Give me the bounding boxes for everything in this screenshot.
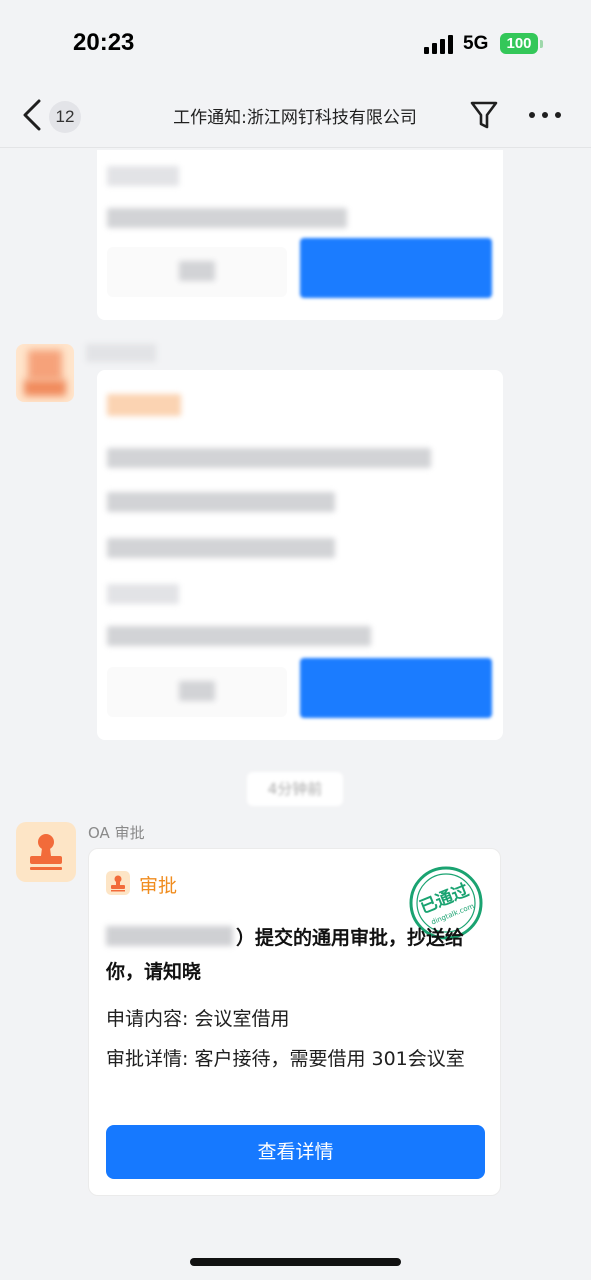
blurred-text <box>107 626 371 646</box>
sender-name: OA 审批 <box>88 824 145 842</box>
message-card-blurred-2 <box>97 370 503 740</box>
unread-badge[interactable]: 12 <box>49 101 81 133</box>
avatar[interactable] <box>16 344 74 402</box>
blurred-text <box>107 538 335 558</box>
oa-approval-avatar[interactable] <box>16 822 76 882</box>
approval-app-label: 审批 <box>139 875 178 897</box>
status-bar: 20:23 5G 100 <box>0 0 591 88</box>
view-details-button[interactable]: 查看详情 <box>106 1125 485 1179</box>
approval-content: 申请内容: 会议室借用 <box>106 1008 290 1030</box>
approval-card[interactable]: 审批 已通过 dingtalk.com ）提交的通用审批，抄送给你，请知晓 申请… <box>88 848 501 1196</box>
blurred-button-primary[interactable] <box>300 238 492 298</box>
time-divider: 4分钟前 <box>247 772 343 806</box>
blurred-applicant-name <box>106 926 233 946</box>
approval-title: ）提交的通用审批，抄送给你，请知晓 <box>106 926 465 983</box>
page-title: 工作通知:浙江网钉科技有限公司 <box>173 108 417 128</box>
blurred-text <box>107 584 179 604</box>
filter-icon[interactable] <box>468 98 500 132</box>
blurred-button-secondary[interactable] <box>107 247 287 297</box>
blurred-sender-name <box>86 344 156 362</box>
message-card-blurred-1 <box>97 150 503 320</box>
blurred-button-secondary[interactable] <box>107 667 287 717</box>
navigation-bar: 12 工作通知:浙江网钉科技有限公司 <box>0 88 591 148</box>
blurred-app-label <box>107 394 181 416</box>
home-indicator[interactable] <box>190 1258 401 1266</box>
battery-tip <box>540 40 543 48</box>
clock: 20:23 <box>73 29 135 56</box>
blurred-text <box>107 166 179 186</box>
approval-detail: 审批详情: 客户接待，需要借用 301会议室 <box>106 1048 465 1070</box>
network-type: 5G <box>463 33 489 54</box>
battery-icon: 100 <box>500 33 538 54</box>
blurred-button-primary[interactable] <box>300 658 492 718</box>
blurred-text <box>179 261 215 281</box>
more-icon[interactable] <box>525 103 565 125</box>
blurred-text <box>179 681 215 701</box>
blurred-text <box>107 492 335 512</box>
blurred-text <box>107 448 431 468</box>
back-icon[interactable] <box>20 98 46 132</box>
approval-app-icon <box>106 871 130 895</box>
stamp-icon <box>30 834 62 870</box>
blurred-text <box>107 208 347 228</box>
signal-icon <box>424 34 454 54</box>
